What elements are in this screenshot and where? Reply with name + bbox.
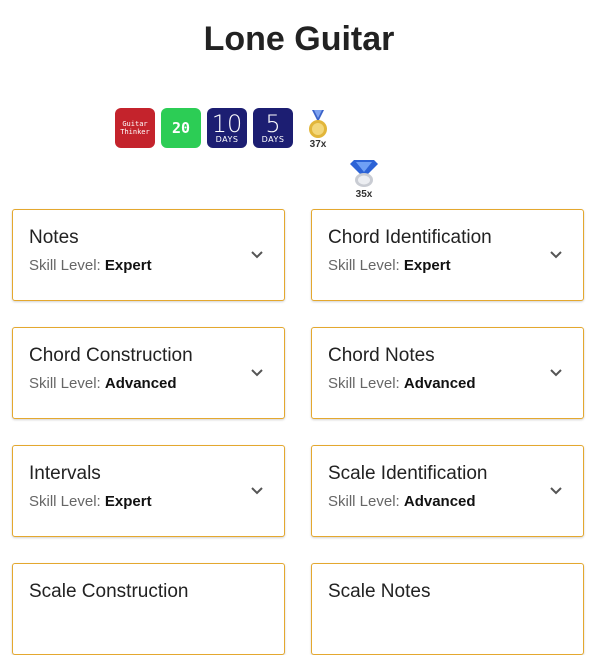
- skill-card-intervals[interactable]: Intervals Skill Level: Expert: [12, 445, 285, 537]
- chevron-down-icon[interactable]: [549, 250, 563, 260]
- chevron-down-icon[interactable]: [250, 250, 264, 260]
- badge-number: 5: [265, 109, 281, 138]
- five-days-badge[interactable]: 5 DAYS: [253, 108, 293, 148]
- skill-label: Skill Level:: [29, 375, 101, 392]
- skill-value: Advanced: [403, 493, 476, 510]
- skill-card-chord-identification[interactable]: Chord Identification Skill Level: Expert: [311, 209, 584, 301]
- skill-value: Expert: [104, 493, 152, 510]
- badge-row: Guitar Thinker 20 10 DAYS 5 DAYS 37x 35x: [0, 108, 598, 300]
- badge-line1: Guitar: [122, 120, 148, 128]
- card-skill-level: Skill Level: Advanced: [328, 375, 476, 392]
- card-title: Scale Identification: [328, 463, 488, 484]
- medal-count: 37x: [309, 139, 327, 150]
- skill-value: Expert: [403, 257, 451, 274]
- chevron-down-icon[interactable]: [549, 368, 563, 378]
- skill-label: Skill Level:: [328, 257, 400, 274]
- card-skill-level: Skill Level: Expert: [29, 493, 152, 510]
- card-skill-level: Skill Level: Expert: [328, 257, 451, 274]
- badge-unit: DAYS: [261, 134, 285, 144]
- chevron-down-icon[interactable]: [250, 368, 264, 378]
- badge-number: 10: [211, 109, 243, 138]
- skill-card-chord-construction[interactable]: Chord Construction Skill Level: Advanced: [12, 327, 285, 419]
- skill-value: Expert: [104, 257, 152, 274]
- medal-count: 35x: [355, 189, 373, 200]
- skill-card-scale-identification[interactable]: Scale Identification Skill Level: Advanc…: [311, 445, 584, 537]
- skill-card-scale-notes[interactable]: Scale Notes: [311, 563, 584, 655]
- streak-20-badge[interactable]: 20: [161, 108, 201, 148]
- silver-medal-icon: [350, 160, 378, 187]
- skill-card-scale-construction[interactable]: Scale Construction: [12, 563, 285, 655]
- silver-medal-badge[interactable]: 35x: [344, 158, 384, 208]
- card-skill-level: Skill Level: Expert: [29, 257, 152, 274]
- chevron-down-icon[interactable]: [250, 486, 264, 496]
- skill-label: Skill Level:: [328, 375, 400, 392]
- card-title: Notes: [29, 227, 79, 248]
- badge-number: 20: [171, 119, 191, 137]
- card-title: Chord Construction: [29, 345, 193, 366]
- ten-days-badge[interactable]: 10 DAYS: [207, 108, 247, 148]
- card-title: Chord Identification: [328, 227, 492, 248]
- gold-medal-badge[interactable]: 37x: [298, 108, 338, 158]
- card-title: Intervals: [29, 463, 101, 484]
- page-title: Lone Guitar: [203, 20, 395, 58]
- chevron-down-icon[interactable]: [549, 486, 563, 496]
- card-skill-level: Skill Level: Advanced: [29, 375, 177, 392]
- skill-value: Advanced: [104, 375, 177, 392]
- badge-line2: Thinker: [120, 128, 150, 136]
- skill-value: Advanced: [403, 375, 476, 392]
- card-skill-level: Skill Level: Advanced: [328, 493, 476, 510]
- skill-label: Skill Level:: [29, 493, 101, 510]
- card-title: Chord Notes: [328, 345, 435, 366]
- badge-unit: DAYS: [215, 134, 239, 144]
- skill-card-chord-notes[interactable]: Chord Notes Skill Level: Advanced: [311, 327, 584, 419]
- guitar-thinker-badge[interactable]: Guitar Thinker: [115, 108, 155, 148]
- skill-card-notes[interactable]: Notes Skill Level: Expert: [12, 209, 285, 301]
- skill-label: Skill Level:: [328, 493, 400, 510]
- card-title: Scale Construction: [29, 581, 189, 602]
- card-title: Scale Notes: [328, 581, 431, 602]
- gold-medal-icon: [309, 110, 327, 138]
- skill-label: Skill Level:: [29, 257, 101, 274]
